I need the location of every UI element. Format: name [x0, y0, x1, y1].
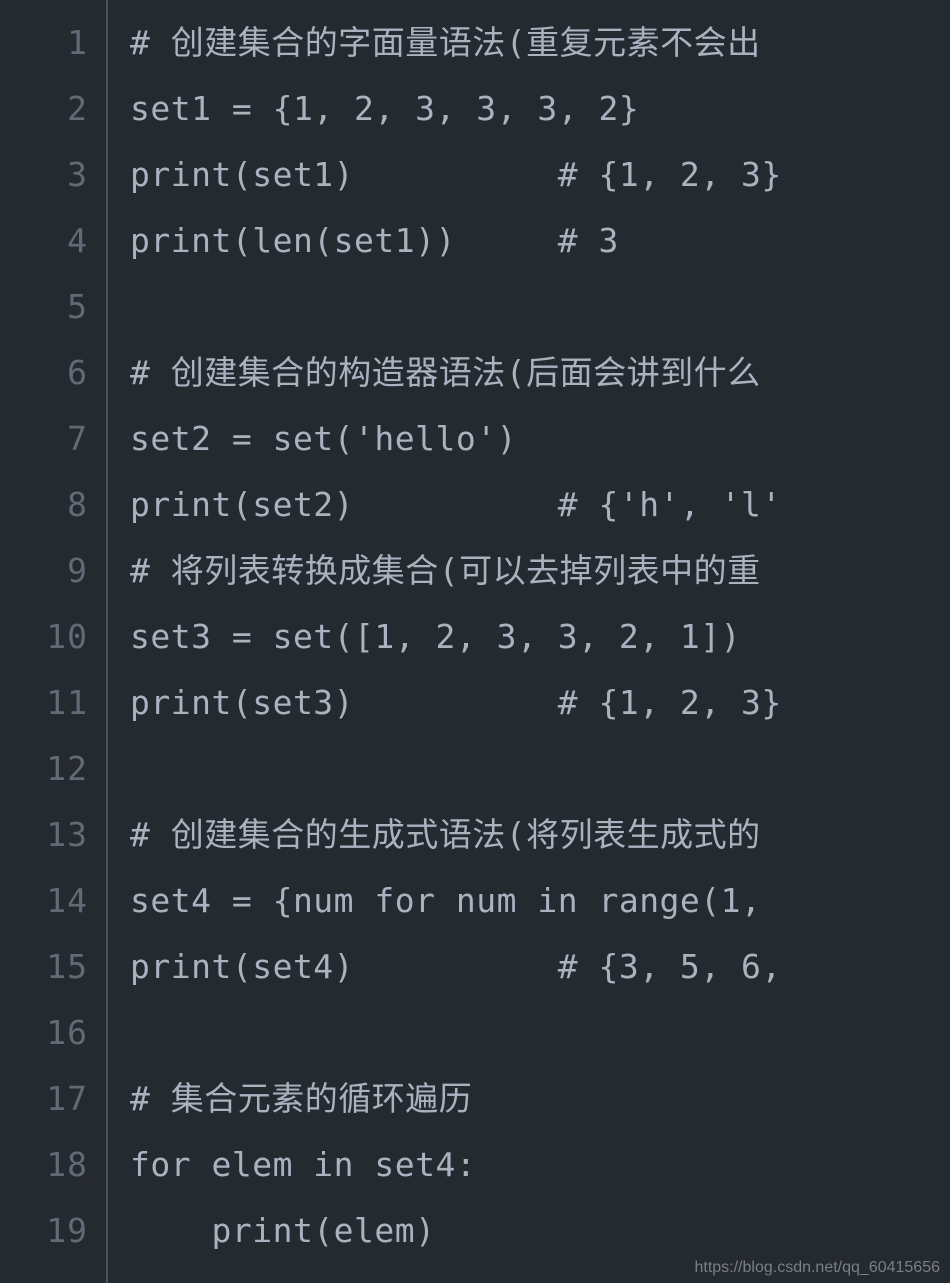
code-line: set3 = set([1, 2, 3, 3, 2, 1])	[130, 604, 950, 670]
line-number: 14	[0, 868, 88, 934]
code-line	[130, 736, 950, 802]
code-line: # 创建集合的构造器语法(后面会讲到什么	[130, 340, 950, 406]
code-line: set2 = set('hello')	[130, 406, 950, 472]
line-number: 3	[0, 142, 88, 208]
line-number: 13	[0, 802, 88, 868]
line-number: 1	[0, 10, 88, 76]
code-line: set1 = {1, 2, 3, 3, 3, 2}	[130, 76, 950, 142]
code-line: print(len(set1)) # 3	[130, 208, 950, 274]
line-number: 9	[0, 538, 88, 604]
watermark-text: https://blog.csdn.net/qq_60415656	[694, 1259, 940, 1277]
line-number: 12	[0, 736, 88, 802]
code-content[interactable]: # 创建集合的字面量语法(重复元素不会出 set1 = {1, 2, 3, 3,…	[108, 0, 950, 1283]
code-line: print(elem)	[130, 1198, 950, 1264]
line-number-gutter: 1 2 3 4 5 6 7 8 9 10 11 12 13 14 15 16 1…	[0, 0, 108, 1283]
code-line: print(set4) # {3, 5, 6,	[130, 934, 950, 1000]
code-line	[130, 1000, 950, 1066]
line-number: 2	[0, 76, 88, 142]
code-line: for elem in set4:	[130, 1132, 950, 1198]
line-number: 11	[0, 670, 88, 736]
code-line: print(set2) # {'h', 'l'	[130, 472, 950, 538]
code-line: # 集合元素的循环遍历	[130, 1066, 950, 1132]
line-number: 18	[0, 1132, 88, 1198]
line-number: 16	[0, 1000, 88, 1066]
code-line: # 创建集合的字面量语法(重复元素不会出	[130, 10, 950, 76]
code-line: print(set1) # {1, 2, 3}	[130, 142, 950, 208]
line-number: 19	[0, 1198, 88, 1264]
line-number: 15	[0, 934, 88, 1000]
code-line: # 将列表转换成集合(可以去掉列表中的重	[130, 538, 950, 604]
line-number: 4	[0, 208, 88, 274]
line-number: 5	[0, 274, 88, 340]
line-number: 10	[0, 604, 88, 670]
line-number: 6	[0, 340, 88, 406]
code-editor: 1 2 3 4 5 6 7 8 9 10 11 12 13 14 15 16 1…	[0, 0, 950, 1283]
code-line: print(set3) # {1, 2, 3}	[130, 670, 950, 736]
code-line	[130, 274, 950, 340]
code-line: # 创建集合的生成式语法(将列表生成式的	[130, 802, 950, 868]
code-line: set4 = {num for num in range(1,	[130, 868, 950, 934]
line-number: 17	[0, 1066, 88, 1132]
line-number: 7	[0, 406, 88, 472]
line-number: 8	[0, 472, 88, 538]
